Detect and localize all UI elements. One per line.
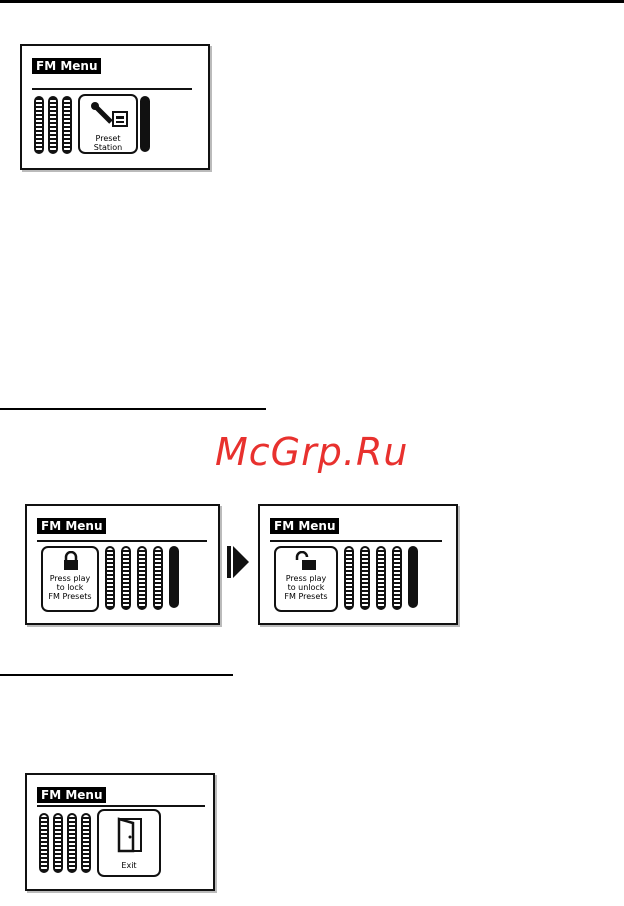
menu-column	[153, 546, 163, 610]
tile-caption: Press play to unlock FM Presets	[284, 574, 328, 601]
menu-column	[121, 546, 131, 610]
screen-title: FM Menu	[270, 518, 340, 534]
menu-column	[105, 546, 115, 610]
title-underline	[37, 805, 205, 807]
transition-arrow-icon	[233, 546, 249, 578]
screen-title: FM Menu	[32, 58, 102, 74]
tile-caption: Preset Station	[93, 134, 123, 152]
menu-column	[81, 813, 91, 873]
menu-column-selected	[140, 96, 150, 152]
exit-door-icon	[117, 817, 142, 853]
section-rule	[0, 408, 266, 410]
screen-title: FM Menu	[37, 518, 107, 534]
transition-arrow-bar	[227, 546, 231, 578]
screen-preset-station: FM Menu Preset Station	[20, 44, 210, 170]
tile-caption: Press play to lock FM Presets	[48, 574, 92, 601]
unlock-icon	[295, 551, 316, 570]
screen-unlock-presets: FM Menu Press play to unlock FM Presets	[258, 504, 458, 625]
screen-lock-presets: FM Menu Press play to lock FM Presets	[25, 504, 220, 625]
menu-column	[392, 546, 402, 610]
menu-column	[39, 813, 49, 873]
menu-column	[137, 546, 147, 610]
menu-column	[53, 813, 63, 873]
preset-station-tile: Preset Station	[78, 94, 138, 154]
top-rule	[0, 0, 624, 3]
menu-column-selected	[408, 546, 418, 608]
menu-column	[376, 546, 386, 610]
lock-presets-tile: Press play to lock FM Presets	[41, 546, 99, 612]
section-rule	[0, 674, 233, 676]
title-underline	[32, 88, 192, 90]
menu-column	[48, 96, 58, 154]
tile-caption: Exit	[121, 861, 137, 870]
title-underline	[270, 540, 442, 542]
lock-icon	[64, 551, 78, 570]
exit-tile: Exit	[97, 809, 161, 877]
watermark: McGrp.Ru	[215, 430, 409, 474]
menu-column	[67, 813, 77, 873]
menu-column	[62, 96, 72, 154]
menu-column-selected	[169, 546, 179, 608]
screen-title: FM Menu	[37, 787, 107, 803]
unlock-presets-tile: Press play to unlock FM Presets	[274, 546, 338, 612]
screen-exit: FM Menu Exit	[25, 773, 215, 891]
menu-column	[360, 546, 370, 610]
menu-column	[344, 546, 354, 610]
preset-station-icon	[91, 102, 128, 127]
menu-column	[34, 96, 44, 154]
title-underline	[37, 540, 207, 542]
